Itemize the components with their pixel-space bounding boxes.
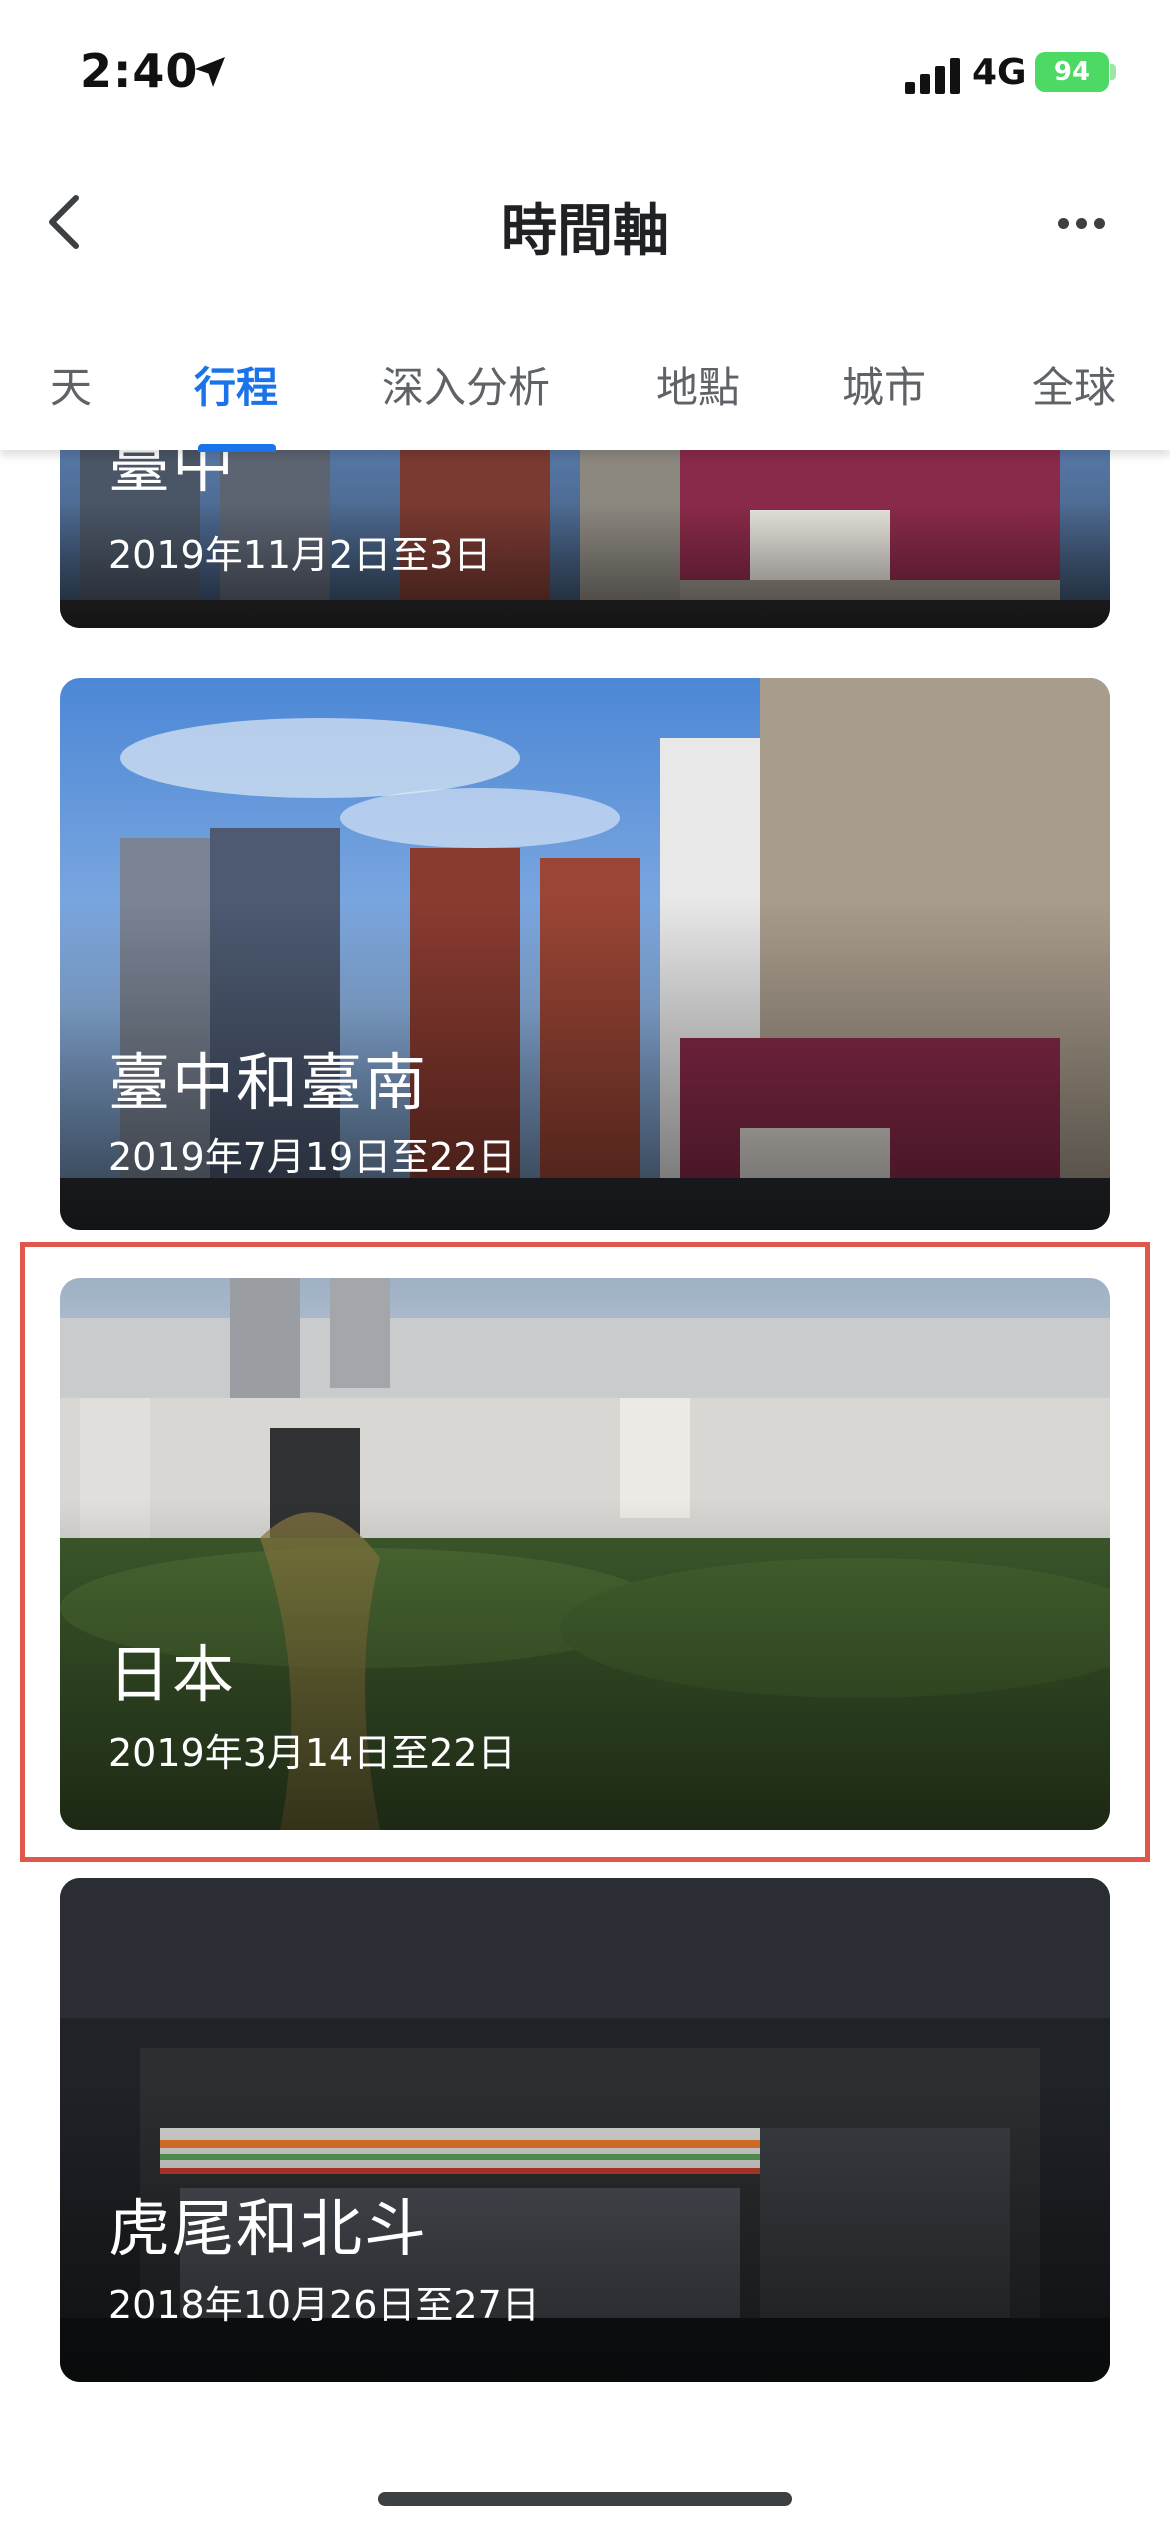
tab-bar: 天 行程 深入分析 地點 城市 全球 [0,300,1170,452]
tab-places[interactable]: 地點 [656,354,740,415]
battery-icon: 94 [1035,52,1109,92]
trip-card-huwei-beidou[interactable]: 虎尾和北斗 2018年10月26日至27日 [60,1878,1110,2382]
trip-card-taichung-tainan[interactable]: 臺中和臺南 2019年7月19日至22日 [60,678,1110,1230]
more-options-icon[interactable] [1058,214,1112,233]
cellular-signal-icon [905,58,960,94]
tab-insights[interactable]: 深入分析 [382,354,550,415]
selection-highlight [20,1242,1150,1862]
network-type: 4G [972,52,1027,93]
trip-dates: 2019年11月2日至3日 [108,533,492,577]
home-indicator[interactable] [378,2492,792,2506]
tab-cities[interactable]: 城市 [842,354,926,415]
battery-level: 94 [1053,57,1091,87]
nav-header: 時間軸 [0,150,1170,300]
trip-dates: 2018年10月26日至27日 [108,2283,540,2327]
trip-name: 虎尾和北斗 [108,2192,429,2265]
location-arrow-icon [195,57,225,87]
status-time: 2:40 [80,44,199,98]
trip-name: 臺中和臺南 [108,1046,429,1119]
tab-day[interactable]: 天 [50,354,92,415]
trip-dates: 2019年7月19日至22日 [108,1135,516,1179]
tab-world[interactable]: 全球 [1032,354,1116,415]
active-tab-indicator [198,444,276,452]
status-bar: 2:40 4G 94 [0,0,1170,150]
tab-trips[interactable]: 行程 [194,354,278,415]
battery-tip [1110,64,1116,80]
page-title: 時間軸 [501,199,669,264]
